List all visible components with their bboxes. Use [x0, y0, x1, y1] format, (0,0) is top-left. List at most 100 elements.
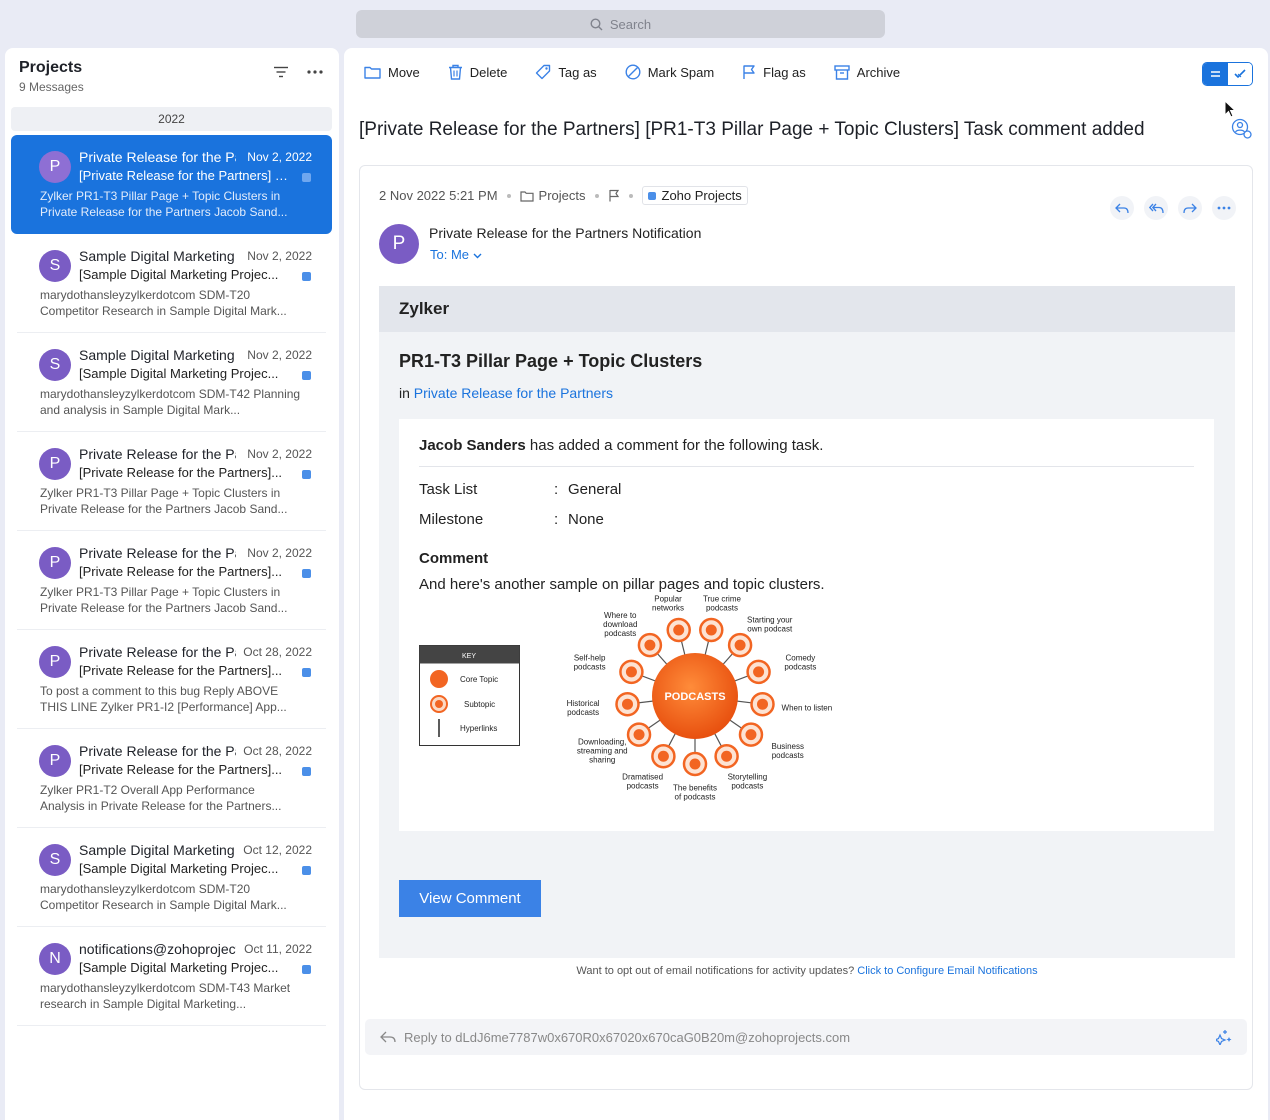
message-date: Nov 2, 2022 — [247, 249, 312, 263]
optout-text: Want to opt out of email notifications f… — [576, 965, 858, 977]
filter-icon[interactable] — [273, 66, 289, 78]
message-date: Nov 2, 2022 — [247, 150, 312, 164]
message-sender: Private Release for the Partners — [79, 149, 236, 165]
message-list-item[interactable]: P Private Release for the Partners Oct 28,… — [11, 630, 332, 729]
trash-icon — [448, 64, 462, 80]
subtopic-label: Storytelling podcasts — [728, 773, 768, 791]
flag-button[interactable]: Flag as — [742, 64, 806, 80]
key-hyperlink-label: Hyperlinks — [460, 724, 497, 733]
tasklist-key: Task List — [419, 481, 478, 498]
subtopic-node — [750, 691, 775, 717]
avatar: P — [39, 646, 71, 678]
subtopic-node — [666, 617, 691, 643]
pillar-cluster-diagram: KEY Core Topic Subtopic Hyperlinks PODCA… — [419, 594, 832, 802]
message-preview: To post a comment to this bug Reply ABOV… — [40, 684, 287, 714]
mark-spam-label: Mark Spam — [647, 64, 715, 80]
message-date: Oct 28, 2022 — [243, 645, 312, 659]
tag-label: Tag as — [558, 64, 597, 80]
milestone-key: Milestone — [419, 511, 484, 528]
avatar: S — [39, 250, 71, 282]
archive-button[interactable]: Archive — [834, 65, 900, 80]
comment-intro: Jacob Sanders has added a comment for th… — [419, 437, 823, 454]
tag-button[interactable]: Tag as — [535, 64, 597, 80]
subtopic-node — [619, 659, 644, 685]
message-sender: Sample Digital Marketing — [79, 842, 235, 858]
reply-icon — [380, 1031, 396, 1043]
message-preview: Zylker PR1-T3 Pillar Page + Topic Cluste… — [40, 486, 288, 516]
mail-datetime: 2 Nov 2022 5:21 PM — [379, 188, 498, 203]
contact-settings-icon[interactable] — [1231, 118, 1253, 140]
forward-button[interactable] — [1178, 196, 1202, 220]
more-options-icon[interactable] — [307, 70, 323, 74]
message-list-item[interactable]: P Private Release for the Partners Oct 28,… — [11, 729, 332, 828]
mail-folder[interactable]: Projects — [539, 188, 586, 203]
comment-heading: Comment — [419, 550, 489, 567]
view-comment-button[interactable]: View Comment — [399, 880, 541, 917]
delete-button[interactable]: Delete — [448, 64, 508, 80]
more-actions-button[interactable] — [1212, 196, 1236, 220]
mail-card: 2 Nov 2022 5:21 PM Projects Zoho Project… — [359, 165, 1253, 1090]
avatar: N — [39, 943, 71, 975]
flag-icon — [743, 65, 755, 79]
message-sender: Sample Digital Marketing — [79, 248, 235, 264]
subtopic-label: Comedy podcasts — [784, 653, 816, 671]
message-list-item[interactable]: P Private Release for the Partners Nov 2, … — [11, 135, 332, 234]
tag-indicator — [302, 569, 311, 578]
project-link[interactable]: Private Release for the Partners — [414, 385, 613, 401]
avatar: P — [39, 745, 71, 777]
mark-spam-button[interactable]: Mark Spam — [625, 64, 714, 80]
subtopic-label: Dramatised podcasts — [622, 773, 663, 791]
milestone-row: Milestone: None — [419, 511, 604, 528]
tag-indicator — [302, 272, 311, 281]
recipient-toggle[interactable]: To: Me — [430, 247, 482, 262]
reply-all-button[interactable] — [1144, 196, 1168, 220]
tasklist-value: General — [568, 481, 622, 498]
mail-tag-chip[interactable]: Zoho Projects — [641, 186, 748, 205]
message-date: Nov 2, 2022 — [247, 546, 312, 560]
avatar: P — [39, 448, 71, 480]
reply-button[interactable] — [1110, 196, 1134, 220]
subtopic-label: Business podcasts — [772, 742, 804, 760]
message-sender: Private Release for the Partners — [79, 644, 236, 660]
flag-icon[interactable] — [608, 189, 620, 202]
tasklist-colon: : — [554, 481, 559, 498]
message-subject: [Sample Digital Marketing Projec... — [79, 366, 279, 381]
brand-header: Zylker — [379, 286, 1235, 332]
forward-icon — [1183, 203, 1197, 213]
view-toggle[interactable] — [1202, 62, 1253, 86]
checkmark-view-icon[interactable] — [1227, 63, 1252, 85]
message-list-item[interactable]: S Sample Digital Marketing Oct 12, 2022 [Sa… — [11, 828, 332, 927]
message-preview: Zylker PR1-T2 Overall App Performance An… — [40, 783, 282, 813]
ai-sparkle-icon[interactable] — [1216, 1029, 1232, 1045]
avatar: S — [39, 349, 71, 381]
mouse-cursor-icon — [1224, 100, 1236, 118]
message-preview: marydothansleyzylkerdotcom SDM-T42 Plann… — [40, 387, 301, 417]
tag-indicator — [302, 668, 311, 677]
sender-avatar: P — [379, 224, 419, 264]
message-list-item[interactable]: P Private Release for the Partners Nov 2, … — [11, 432, 332, 531]
search-bar[interactable]: Search — [356, 10, 885, 38]
chevron-down-icon — [473, 253, 482, 259]
message-list-item[interactable]: Nnotifications@zohoprojects.com Oct 11, 2… — [11, 927, 332, 1026]
task-title: PR1-T3 Pillar Page + Topic Clusters — [399, 351, 703, 371]
archive-icon — [834, 64, 850, 80]
message-subject: [Private Release for the Partners]... — [79, 663, 283, 678]
subtopic-node — [651, 743, 676, 769]
list-view-icon[interactable] — [1203, 63, 1228, 85]
configure-notifications-link[interactable]: Click to Configure Email Notifications — [857, 965, 1037, 977]
mail-toolbar: Move Delete Tag as Mark Spam Flag as Arc… — [364, 64, 928, 80]
subtopic-node — [682, 751, 708, 777]
reply-all-icon — [1148, 203, 1164, 213]
quick-reply-bar[interactable]: Reply to dLdJ6me7787w0x670R0x67020x670ca… — [365, 1019, 1247, 1055]
subtopic-node — [615, 691, 640, 717]
search-placeholder: Search — [609, 16, 652, 32]
message-list-item[interactable]: S Sample Digital Marketing Nov 2, 2022 [Sam… — [11, 234, 332, 333]
sender-name: Private Release for the Partners Notific… — [429, 225, 702, 241]
move-button[interactable]: Move — [364, 65, 420, 80]
message-sender: Private Release for the Partners — [79, 446, 236, 462]
delete-label: Delete — [469, 64, 508, 80]
key-subtopic-label: Subtopic — [464, 700, 495, 709]
message-list-item[interactable]: S Sample Digital Marketing Nov 2, 2022 [Sam… — [11, 333, 332, 432]
avatar: P — [39, 547, 71, 579]
message-list-item[interactable]: P Private Release for the Partners Nov 2, … — [11, 531, 332, 630]
